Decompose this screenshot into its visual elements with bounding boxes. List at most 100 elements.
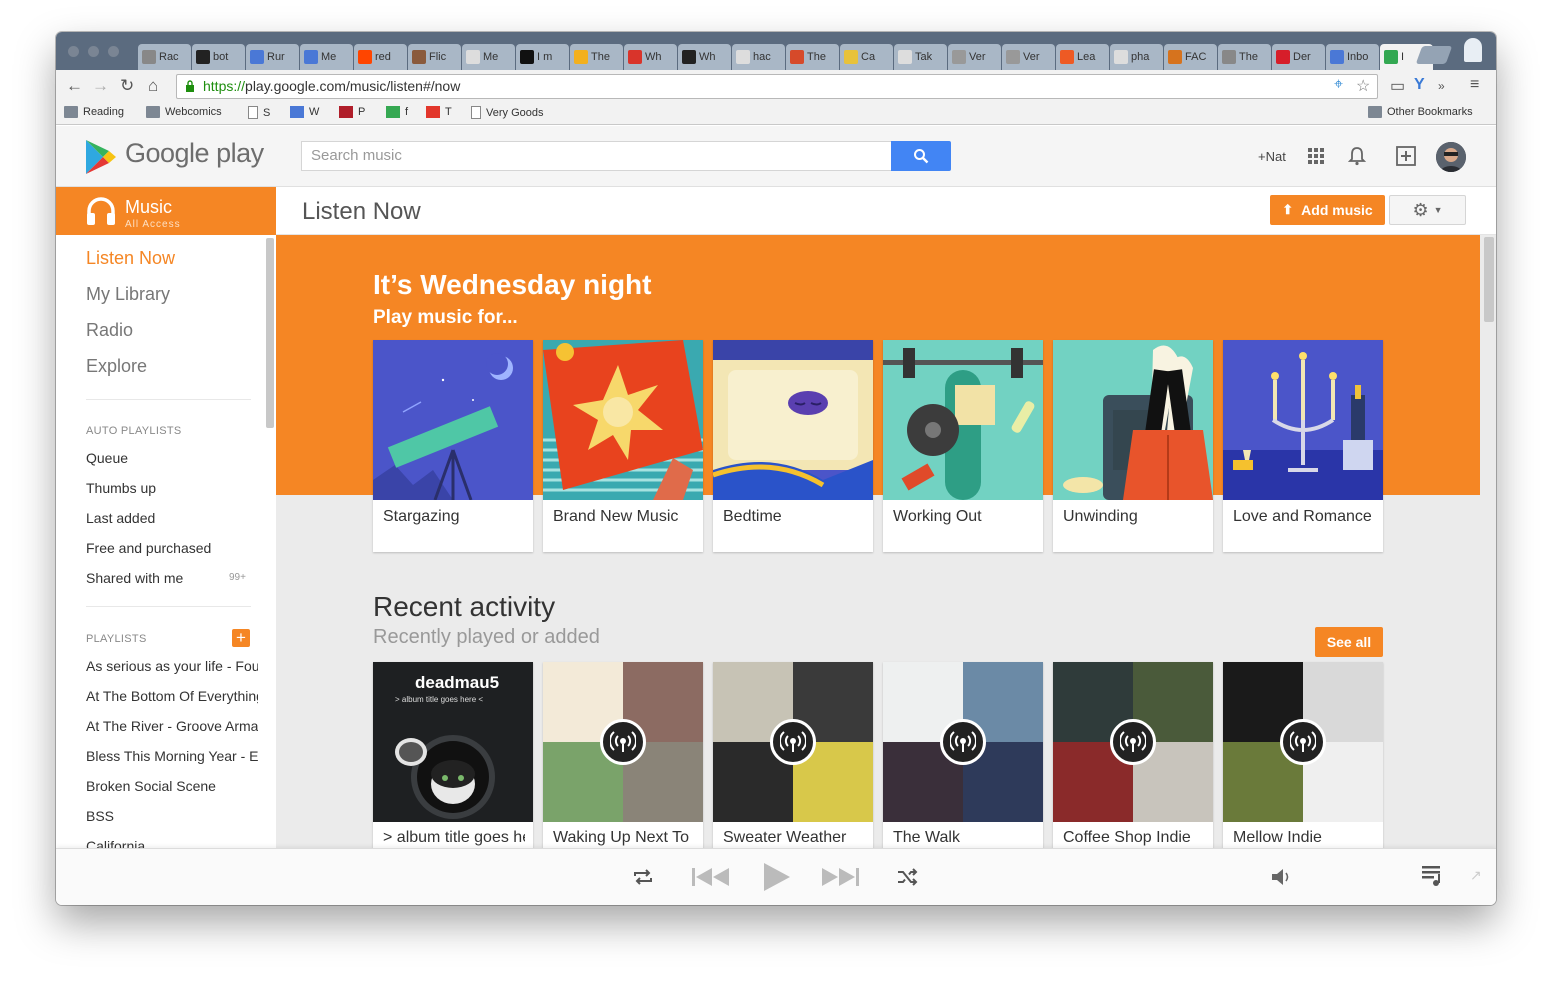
sidebar-item-my-library[interactable]: My Library [86, 284, 170, 305]
bookmark-item[interactable]: S [248, 106, 270, 119]
google-play-logo-text[interactable]: Google play [125, 138, 264, 169]
share-plus-icon[interactable] [1396, 146, 1416, 166]
browser-tab[interactable]: hac [732, 44, 785, 70]
repeat-icon[interactable] [632, 868, 654, 886]
browser-tab[interactable]: Inbo [1326, 44, 1379, 70]
playlist-item[interactable]: At The Bottom Of Everything [86, 688, 258, 704]
browser-tab[interactable]: Lea [1056, 44, 1109, 70]
bookmark-item[interactable]: T [426, 106, 452, 118]
radio-station-icon[interactable] [600, 719, 646, 765]
recent-card[interactable]: Waking Up Next To [543, 662, 703, 848]
home-icon[interactable]: ⌂ [148, 77, 158, 95]
recent-card[interactable]: The Walk [883, 662, 1043, 848]
sidebar-item-radio[interactable]: Radio [86, 320, 133, 341]
browser-tab[interactable]: The [786, 44, 839, 70]
auto-playlist-item[interactable]: Thumbs up [86, 480, 258, 496]
browser-tab[interactable]: red [354, 44, 407, 70]
radio-station-icon[interactable] [1110, 719, 1156, 765]
mood-card[interactable]: Brand New Music [543, 340, 703, 552]
add-music-button[interactable]: ⬆ Add music [1270, 195, 1385, 225]
radio-station-icon[interactable] [770, 719, 816, 765]
sidebar-item-explore[interactable]: Explore [86, 356, 147, 377]
back-icon[interactable]: ← [66, 77, 83, 95]
zoom-window-button[interactable] [108, 46, 119, 57]
radio-station-icon[interactable] [940, 719, 986, 765]
volume-icon[interactable] [1272, 868, 1292, 886]
notifications-bell-icon[interactable] [1348, 146, 1366, 166]
browser-tab[interactable]: Flic [408, 44, 461, 70]
recent-card[interactable]: Coffee Shop Indie [1053, 662, 1213, 848]
browser-tab[interactable]: The [570, 44, 623, 70]
shuffle-icon[interactable] [897, 868, 919, 886]
main-scrollbar[interactable] [1484, 237, 1494, 322]
search-input[interactable]: Search music [301, 141, 892, 171]
bookmark-item[interactable]: P [339, 106, 365, 118]
auto-playlist-item[interactable]: Queue [86, 450, 258, 466]
previous-track-icon[interactable] [692, 867, 730, 887]
bookmark-item[interactable]: W [290, 106, 319, 118]
playlist-item[interactable]: Broken Social Scene [86, 778, 258, 794]
bookmark-item[interactable]: f [386, 106, 408, 118]
user-plus-link[interactable]: +Nat [1258, 149, 1286, 164]
browser-tab[interactable]: Rac [138, 44, 191, 70]
avatar[interactable] [1436, 142, 1466, 172]
playlist-item[interactable]: At The River - Groove Armada [86, 718, 258, 734]
browser-tab[interactable]: I m [516, 44, 569, 70]
bookmark-item[interactable]: Very Goods [471, 106, 543, 119]
browser-tab[interactable]: Der [1272, 44, 1325, 70]
bookmark-item[interactable]: Webcomics [146, 106, 222, 118]
reload-icon[interactable]: ↻ [120, 77, 134, 95]
profile-icon[interactable] [1464, 38, 1482, 62]
bookmark-item[interactable]: Reading [64, 106, 124, 118]
extension-icon[interactable]: ⌖ [1334, 76, 1343, 94]
other-bookmarks[interactable]: Other Bookmarks [1368, 106, 1473, 118]
browser-tab[interactable]: Me [462, 44, 515, 70]
see-all-button[interactable]: See all [1315, 627, 1383, 657]
apps-grid-icon[interactable] [1308, 148, 1324, 164]
new-tab-button[interactable] [1415, 46, 1453, 64]
mood-card[interactable]: Love and Romance [1223, 340, 1383, 552]
address-bar[interactable]: https://play.google.com/music/listen#/no… [176, 74, 1378, 99]
cast-icon[interactable]: ▭ [1390, 76, 1405, 96]
mood-card[interactable]: Unwinding [1053, 340, 1213, 552]
mood-card[interactable]: Stargazing [373, 340, 533, 552]
minimize-window-button[interactable] [88, 46, 99, 57]
browser-tab[interactable]: FAC [1164, 44, 1217, 70]
more-extensions-icon[interactable]: » [1438, 79, 1445, 93]
playlist-item[interactable]: As serious as your life - Four Tet [86, 658, 258, 674]
search-button[interactable] [891, 141, 951, 171]
recent-card[interactable]: Sweater Weather [713, 662, 873, 848]
add-playlist-button[interactable]: + [232, 629, 250, 647]
playlist-item[interactable]: California [86, 838, 258, 848]
y-extension-icon[interactable]: Y [1414, 76, 1425, 94]
mood-card[interactable]: Working Out [883, 340, 1043, 552]
browser-tab[interactable]: Tak [894, 44, 947, 70]
browser-tab[interactable]: Rur [246, 44, 299, 70]
browser-tab[interactable]: Wh [624, 44, 677, 70]
browser-tab[interactable]: Wh [678, 44, 731, 70]
browser-tab[interactable]: Ver [948, 44, 1001, 70]
forward-icon[interactable]: → [92, 77, 109, 95]
radio-station-icon[interactable] [1280, 719, 1326, 765]
browser-tab[interactable]: bot [192, 44, 245, 70]
play-icon[interactable] [764, 863, 790, 891]
browser-tab[interactable]: Ca [840, 44, 893, 70]
browser-tab[interactable]: Me [300, 44, 353, 70]
browser-tab[interactable]: Ver [1002, 44, 1055, 70]
queue-icon[interactable] [1422, 865, 1442, 887]
sidebar-scrollbar[interactable] [266, 238, 274, 428]
settings-button[interactable]: ⚙ ▼ [1389, 195, 1466, 225]
music-brand[interactable]: Music All Access [56, 187, 276, 235]
next-track-icon[interactable] [821, 867, 859, 887]
playlist-item[interactable]: BSS [86, 808, 258, 824]
auto-playlist-item[interactable]: Free and purchased [86, 540, 258, 556]
browser-tab[interactable]: The [1218, 44, 1271, 70]
sidebar-item-listen-now[interactable]: Listen Now [86, 248, 175, 269]
close-window-button[interactable] [68, 46, 79, 57]
playlist-item[interactable]: Bless This Morning Year - E [86, 748, 258, 764]
recent-card[interactable]: deadmau5 > album title goes here < > album… [373, 662, 533, 848]
expand-icon[interactable]: ↗ [1470, 867, 1482, 884]
bookmark-star-icon[interactable]: ☆ [1356, 76, 1370, 96]
google-play-logo-icon[interactable] [86, 140, 116, 174]
menu-icon[interactable]: ≡ [1470, 76, 1479, 94]
